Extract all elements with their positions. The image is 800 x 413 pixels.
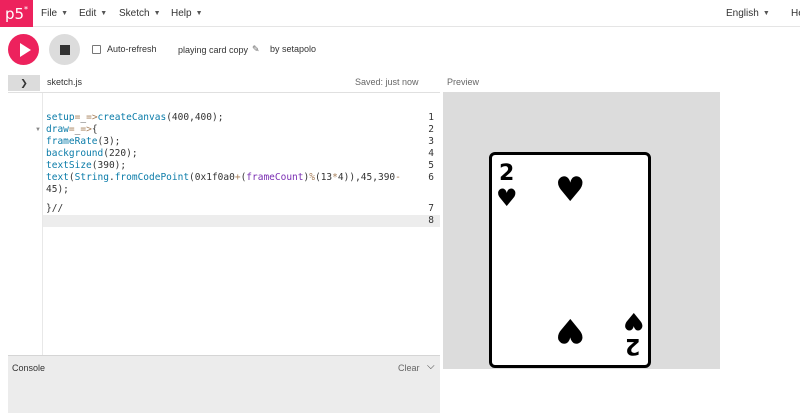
stop-icon	[59, 44, 70, 55]
play-icon	[19, 42, 31, 57]
menu-file[interactable]: File ▼	[41, 0, 68, 27]
p5-logo[interactable]: p5 *	[0, 0, 33, 27]
code-editor[interactable]: 1 2 ▼ 3 4 5 6 7 8 setup=_=>createCanvas(…	[8, 92, 440, 356]
line-number: 7	[428, 203, 434, 214]
logo-asterisk: *	[24, 5, 29, 14]
auto-refresh-checkbox[interactable]	[92, 44, 101, 54]
menu-help[interactable]: Help ▼	[171, 0, 203, 27]
user-greeting[interactable]: Hello	[791, 0, 800, 27]
playing-card: 2 ♥ ♥ ♥ ♥ 2	[489, 152, 651, 368]
top-nav: p5 * File ▼ Edit ▼ Sketch ▼ Help ▼ English ▼ H…	[0, 0, 800, 27]
code-line-7[interactable]: }//	[46, 203, 63, 215]
sidebar-toggle-button[interactable]: ❯	[8, 75, 40, 91]
card-suit-bottom-icon: ♥	[623, 307, 645, 335]
fold-arrow-icon[interactable]: ▼	[35, 124, 41, 136]
card-pip-top-icon: ♥	[555, 170, 586, 210]
code-line-6-wrap[interactable]: 45);	[46, 184, 69, 196]
auto-refresh-toggle[interactable]: Auto-refresh	[92, 44, 157, 54]
caret-down-icon: ▼	[100, 10, 108, 17]
code-line-6[interactable]: text(String.fromCodePoint(0x1f0a0+(frame…	[46, 172, 401, 184]
chevron-right-icon: ❯	[20, 77, 28, 88]
card-pip-bottom-icon: ♥	[555, 310, 586, 350]
active-line-highlight	[43, 215, 440, 227]
sketch-author[interactable]: by setapolo	[270, 44, 316, 54]
menu-edit[interactable]: Edit ▼	[79, 0, 107, 27]
language-label: English	[726, 8, 759, 19]
line-number: 3	[428, 136, 434, 147]
language-selector[interactable]: English ▼	[726, 0, 770, 27]
console-label: Console	[12, 363, 46, 373]
menu-sketch[interactable]: Sketch ▼	[119, 0, 161, 27]
sketch-name[interactable]: playing card copy ✎	[178, 44, 260, 55]
line-number: 5	[428, 160, 434, 171]
line-number: 4	[428, 148, 434, 159]
caret-down-icon: ▼	[195, 10, 203, 17]
menu-edit-label: Edit	[79, 8, 97, 19]
play-button[interactable]	[8, 34, 39, 65]
caret-down-icon: ▼	[153, 10, 161, 17]
menu-file-label: File	[41, 8, 58, 19]
menu-sketch-label: Sketch	[119, 8, 150, 19]
code-line-3[interactable]: frameRate(3);	[46, 136, 120, 148]
code-line-5[interactable]: textSize(390);	[46, 160, 126, 172]
code-line-1[interactable]: setup=_=>createCanvas(400,400);	[46, 112, 223, 124]
auto-refresh-label: Auto-refresh	[107, 44, 157, 54]
logo-text: p5	[4, 4, 25, 23]
greeting-label: Hello	[791, 8, 800, 19]
card-rank-bottom: 2	[625, 333, 641, 358]
card-suit-top-icon: ♥	[496, 184, 518, 212]
chevron-down-icon[interactable]: ⌵	[427, 361, 435, 372]
toolbar: Auto-refresh playing card copy ✎ by seta…	[0, 27, 800, 72]
caret-down-icon: ▼	[61, 10, 69, 17]
line-number: 2	[428, 124, 434, 135]
card-rank-top: 2	[499, 161, 515, 186]
file-bar: ❯ sketch.js Saved: just now Preview	[0, 72, 800, 92]
pencil-icon[interactable]: ✎	[252, 44, 260, 55]
sketch-name-label: playing card copy	[178, 44, 249, 55]
code-line-4[interactable]: background(220);	[46, 148, 138, 160]
menu-help-label: Help	[171, 8, 192, 19]
line-number: 6	[428, 172, 434, 183]
preview-label: Preview	[447, 77, 480, 87]
console-output[interactable]	[8, 377, 440, 413]
line-number: 8	[428, 215, 434, 226]
caret-down-icon: ▼	[762, 10, 770, 17]
console-header: Console Clear ⌵	[8, 355, 440, 377]
file-tab-sketch[interactable]: sketch.js	[47, 77, 82, 87]
code-line-2[interactable]: draw=_=>{	[46, 124, 98, 136]
console-clear-button[interactable]: Clear	[398, 363, 420, 373]
stop-button[interactable]	[49, 34, 80, 65]
line-number: 1	[428, 112, 434, 123]
saved-status: Saved: just now	[355, 77, 419, 87]
